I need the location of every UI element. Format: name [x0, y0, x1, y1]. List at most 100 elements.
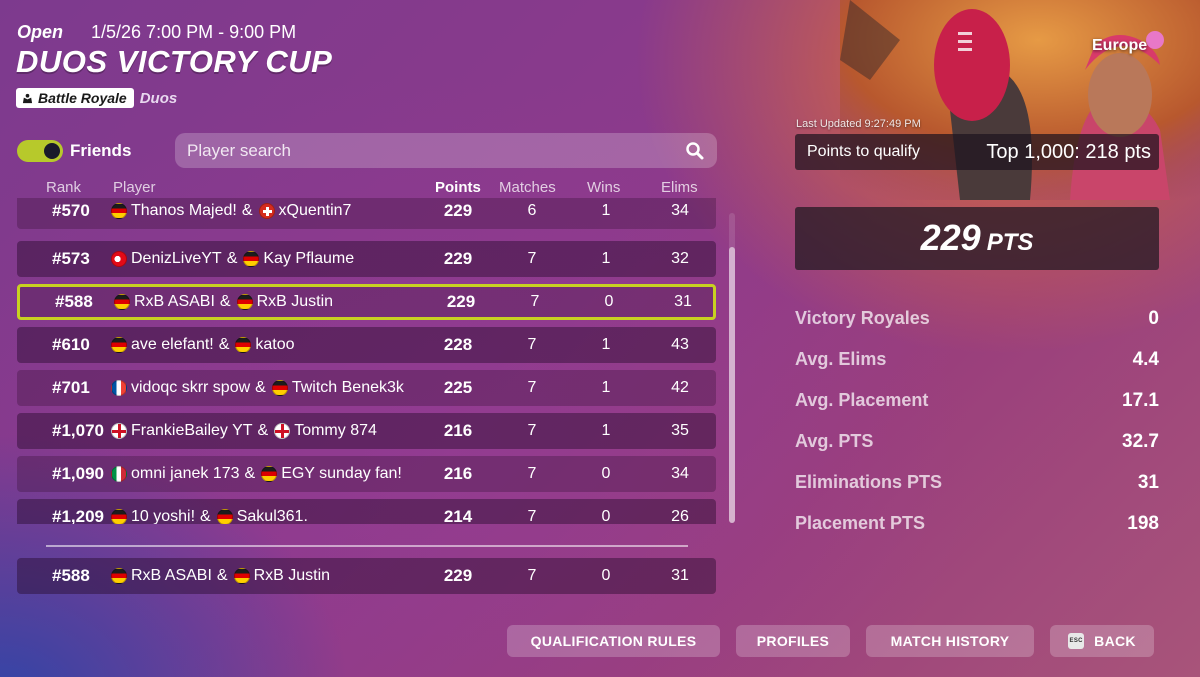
flag-icon [111, 568, 127, 584]
search-icon[interactable] [685, 141, 705, 161]
flag-icon [111, 509, 127, 524]
match-history-button[interactable]: MATCH HISTORY [866, 625, 1034, 657]
points-cell: 216 [443, 421, 473, 440]
wins-cell: 1 [601, 250, 611, 267]
ampersand: & [200, 508, 211, 524]
crown-icon [22, 93, 33, 103]
scrollbar-thumb[interactable] [729, 247, 735, 523]
leaderboard-scrollbar[interactable] [729, 213, 735, 523]
stat-value: 0 [1148, 307, 1159, 329]
matches-cell: 7 [527, 422, 537, 439]
profiles-button[interactable]: PROFILES [736, 625, 850, 657]
points-to-qualify: Points to qualify Top 1,000: 218 pts [795, 134, 1159, 170]
player-one-name: vidoqc skrr spow [131, 379, 251, 396]
player-cell[interactable]: RxB ASABI & RxB Justin [111, 567, 330, 585]
elims-cell: 34 [671, 465, 689, 482]
wins-cell: 1 [601, 336, 611, 353]
player-one-name: RxB ASABI [134, 293, 215, 310]
player-cell[interactable]: ave elefant! & katoo [111, 336, 295, 354]
stats-list: Victory Royales 0 Avg. Elims 4.4 Avg. Placem… [795, 298, 1159, 544]
player-one-name: ave elefant! [131, 336, 214, 353]
player-cell[interactable]: FrankieBailey YT & Tommy 874 [111, 422, 377, 440]
points-cell: 229 [446, 292, 476, 311]
player-one-name: FrankieBailey YT [131, 422, 253, 439]
player-one-name: Thanos Majed! [131, 202, 237, 219]
divider [46, 545, 688, 547]
flag-icon [235, 337, 252, 353]
table-row[interactable]: #610 ave elefant! & katoo 228 7 1 43 [17, 327, 716, 363]
ampersand: & [241, 202, 253, 219]
esc-key-icon: ESC [1068, 633, 1085, 649]
flag-icon [111, 380, 127, 396]
points-cell: 225 [443, 378, 473, 397]
player-two-name: Twitch Benek3k [291, 379, 404, 396]
flag-icon [111, 203, 127, 219]
header-points: Points [435, 179, 481, 196]
back-label: BACK [1094, 633, 1136, 649]
stat-value: 17.1 [1122, 389, 1159, 411]
leaderboard-header: Rank Player Points Matches Wins Elims [17, 179, 717, 199]
header-elims: Elims [661, 179, 698, 196]
wins-cell: 1 [601, 422, 611, 439]
elims-cell: 34 [671, 202, 689, 219]
table-row[interactable]: #1,209 10 yoshi! & Sakul361. 214 7 0 26 [17, 499, 716, 524]
event-datetime: 1/5/26 7:00 PM - 9:00 PM [91, 22, 297, 42]
player-cell[interactable]: Thanos Majed! & xQuentin7 [111, 202, 351, 220]
qualify-value: Top 1,000: 218 pts [986, 140, 1151, 163]
table-row[interactable]: #1,090 omni janek 173 & EGY sunday fan! 216 7… [17, 456, 716, 492]
qualification-rules-button[interactable]: QUALIFICATION RULES [507, 625, 720, 657]
ampersand: & [218, 336, 230, 353]
event-status: Open [17, 22, 64, 42]
elims-cell: 31 [674, 293, 692, 310]
rank-cell: #610 [52, 335, 90, 354]
matches-cell: 7 [527, 379, 537, 396]
leaderboard-list[interactable]: #570 Thanos Majed! & xQuentin7 229 6 1 34 #573 De… [17, 198, 717, 524]
total-points-value: 229 [920, 217, 981, 258]
player-two-name: RxB Justin [256, 293, 334, 310]
flag-icon [114, 294, 130, 310]
table-row[interactable]: #701 vidoqc skrr spow & Twitch Benek3k 225 7 1… [17, 370, 716, 406]
pinned-team-row[interactable]: #588 RxB ASABI & RxB Justin 229 7 0 31 [17, 558, 716, 594]
wins-cell: 1 [601, 379, 611, 396]
rank-cell: #573 [52, 249, 90, 268]
table-row[interactable]: #588 RxB ASABI & RxB Justin 229 7 0 31 [17, 284, 716, 320]
stat-value: 4.4 [1132, 348, 1159, 370]
player-cell[interactable]: RxB ASABI & RxB Justin [114, 293, 333, 311]
last-updated: Last Updated 9:27:49 PM [796, 118, 921, 130]
player-cell[interactable]: DenizLiveYT & Kay Pflaume [111, 250, 354, 268]
player-one-name: RxB ASABI [131, 567, 212, 584]
player-search-bar[interactable] [175, 133, 717, 168]
player-two-name: xQuentin7 [278, 202, 352, 219]
ampersand: & [226, 250, 238, 267]
player-cell[interactable]: 10 yoshi! & Sakul361. [111, 508, 308, 524]
player-one-name: DenizLiveYT [131, 250, 222, 267]
flag-icon [236, 294, 253, 310]
elims-cell: 43 [671, 336, 689, 353]
friends-toggle[interactable] [17, 140, 63, 162]
table-row[interactable]: #573 DenizLiveYT & Kay Pflaume 229 7 1 32 [17, 241, 716, 277]
table-row[interactable]: #1,070 FrankieBailey YT & Tommy 874 216 7 1 35 [17, 413, 716, 449]
back-button[interactable]: ESC BACK [1050, 625, 1154, 657]
header-rank: Rank [46, 179, 82, 196]
toggle-knob [44, 143, 60, 159]
player-cell[interactable]: vidoqc skrr spow & Twitch Benek3k [111, 379, 404, 397]
total-points-box: 229 PTS [795, 207, 1159, 270]
flag-icon [274, 423, 291, 439]
table-row[interactable]: #570 Thanos Majed! & xQuentin7 229 6 1 34 [17, 198, 716, 229]
header-wins: Wins [587, 179, 621, 196]
matches-cell: 7 [530, 293, 540, 310]
player-search-input[interactable] [187, 140, 685, 161]
region-label: Europe [1092, 37, 1148, 54]
player-cell[interactable]: omni janek 173 & EGY sunday fan! [111, 465, 402, 483]
event-tags: Battle Royale Duos [16, 88, 177, 108]
player-two-name: Tommy 874 [294, 422, 377, 439]
qualify-label: Points to qualify [807, 143, 920, 160]
flag-icon [271, 380, 288, 396]
rank-cell: #588 [52, 566, 90, 585]
stat-label: Eliminations PTS [795, 472, 943, 492]
matches-cell: 6 [527, 202, 537, 219]
stat-value: 31 [1137, 471, 1159, 493]
stat-label: Avg. Elims [795, 349, 887, 369]
stat-row: Avg. Elims 4.4 [795, 339, 1159, 380]
flag-icon [111, 466, 127, 482]
